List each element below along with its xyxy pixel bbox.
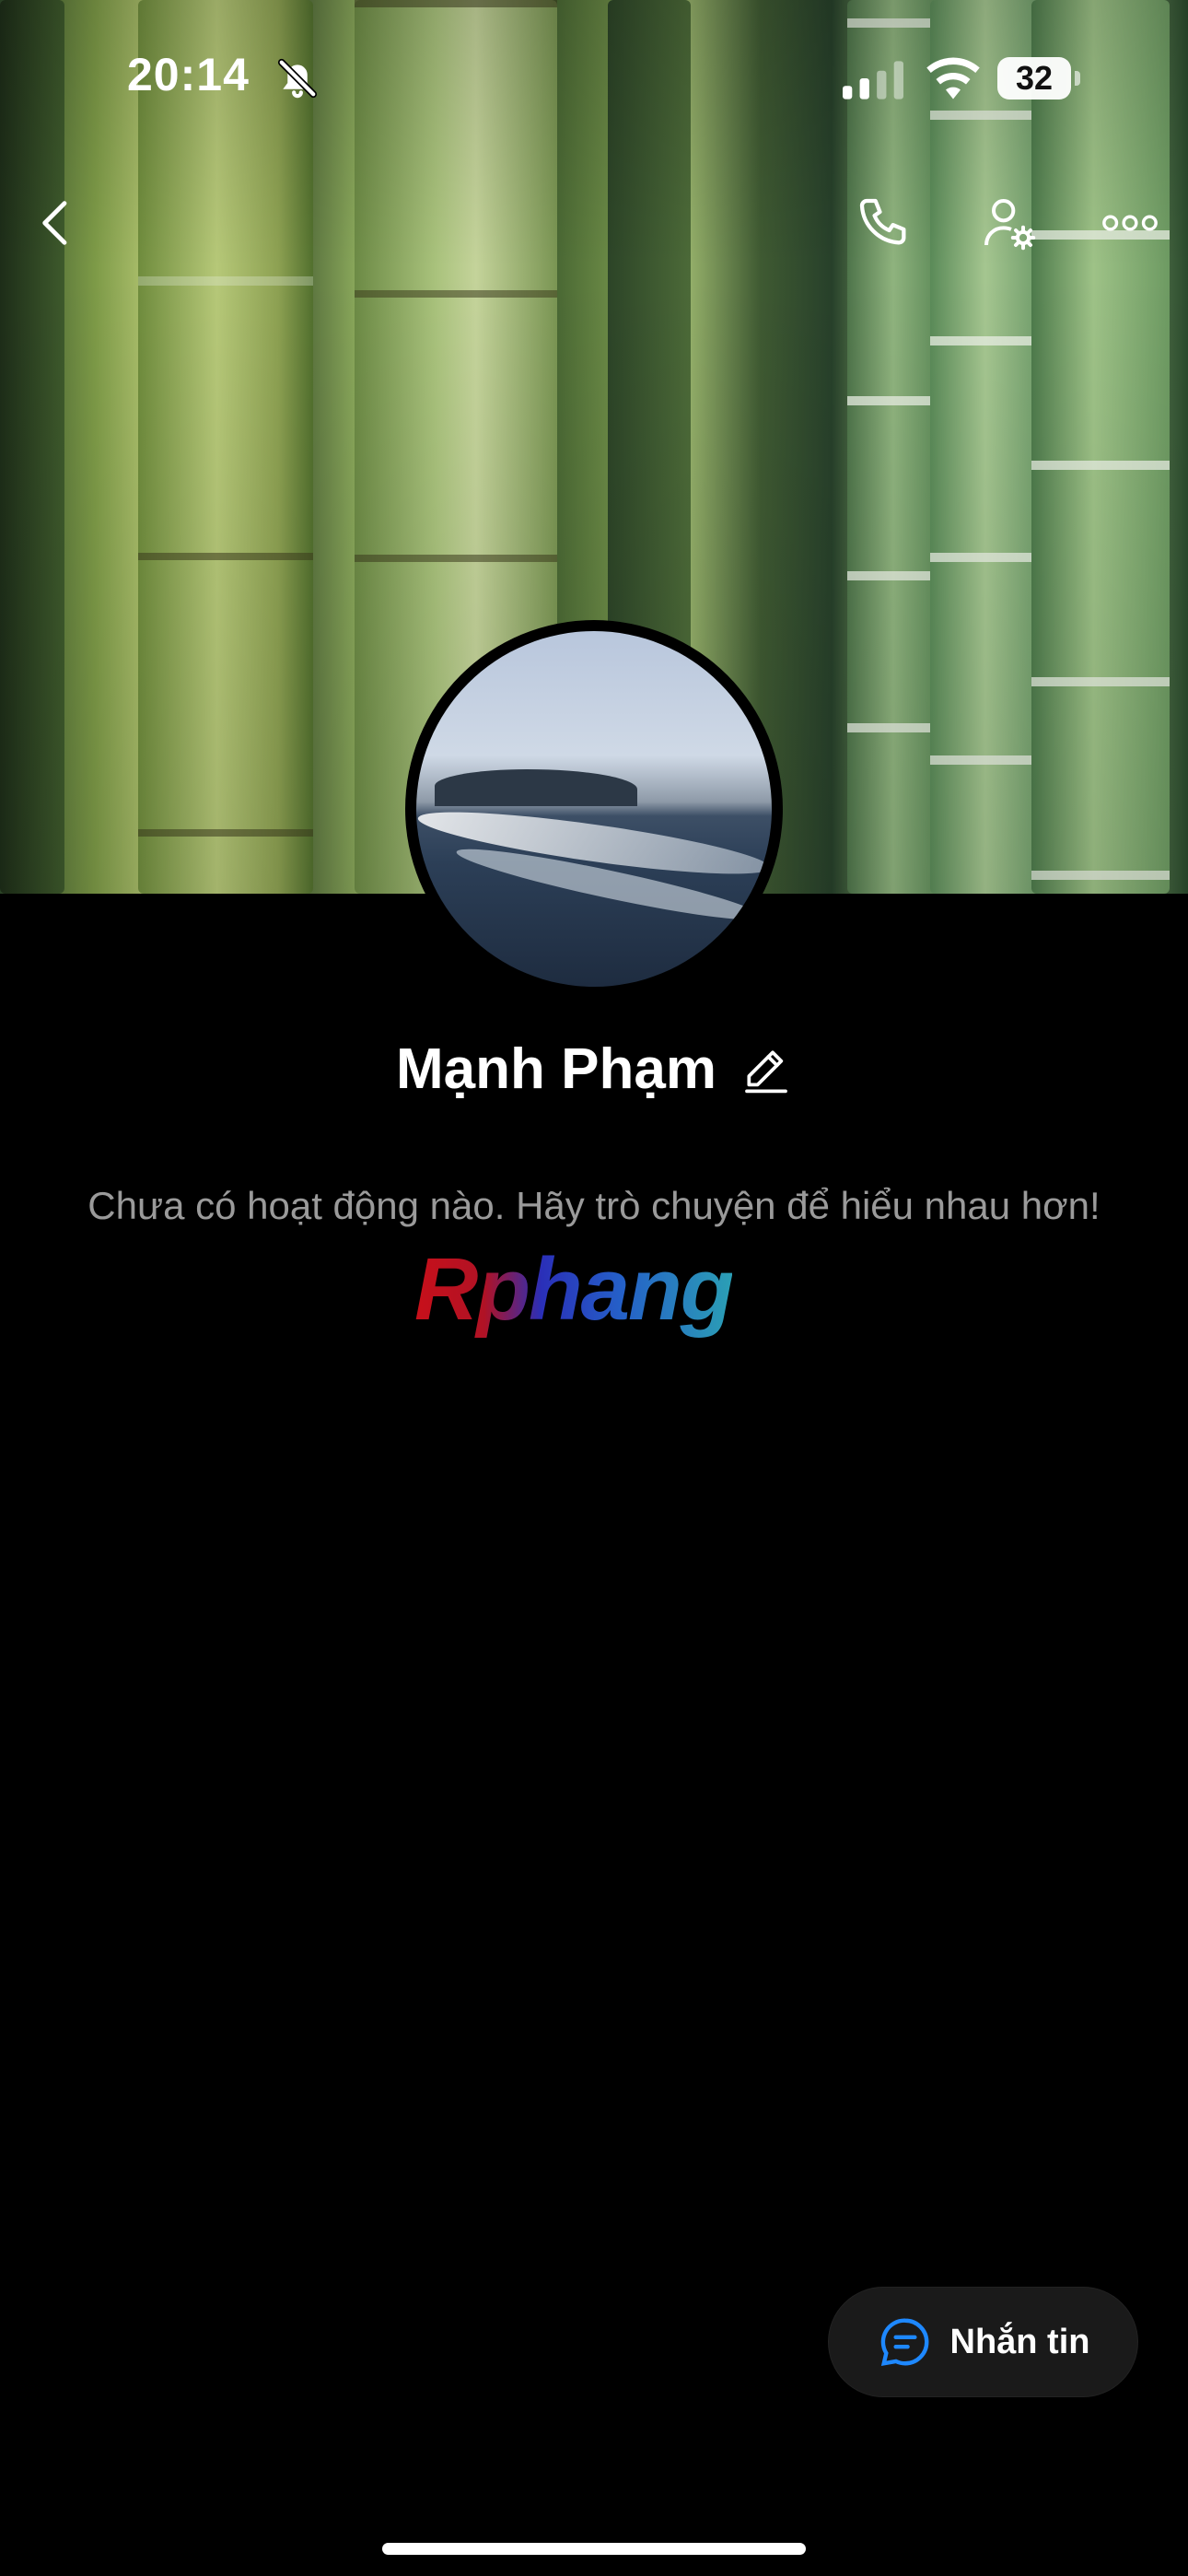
phone-icon — [859, 198, 906, 245]
status-time: 20:14 — [127, 49, 250, 100]
battery-icon: 32 — [997, 57, 1082, 100]
status-bar: 20:14 32 — [0, 0, 1188, 157]
call-button[interactable] — [847, 186, 921, 260]
back-button[interactable] — [20, 186, 94, 260]
wifi-icon — [926, 57, 980, 100]
chevron-left-icon — [42, 201, 67, 245]
empty-activity-message: Chưa có hoạt động nào. Hãy trò chuyện để… — [87, 1184, 1101, 1227]
profile-name-row: Mạnh Phạm — [0, 1036, 1188, 1102]
edit-pencil-icon[interactable] — [740, 1044, 792, 1095]
user-settings-icon — [984, 199, 1036, 251]
avatar[interactable] — [405, 620, 783, 998]
message-button-label: Nhắn tin — [949, 2322, 1090, 2361]
battery-level: 32 — [997, 57, 1071, 100]
watermark-logo: Rphang — [414, 1240, 734, 1339]
more-icon — [1102, 215, 1158, 231]
home-indicator[interactable] — [382, 2543, 806, 2555]
more-button[interactable] — [1093, 186, 1167, 260]
bell-slash-icon — [277, 58, 318, 99]
avatar-photo — [416, 631, 772, 987]
chat-bubble-icon — [880, 2318, 928, 2366]
cellular-signal-icon — [843, 61, 903, 100]
message-button[interactable]: Nhắn tin — [829, 2288, 1137, 2396]
profile-settings-button[interactable] — [972, 186, 1045, 260]
profile-name: Mạnh Phạm — [396, 1037, 716, 1101]
